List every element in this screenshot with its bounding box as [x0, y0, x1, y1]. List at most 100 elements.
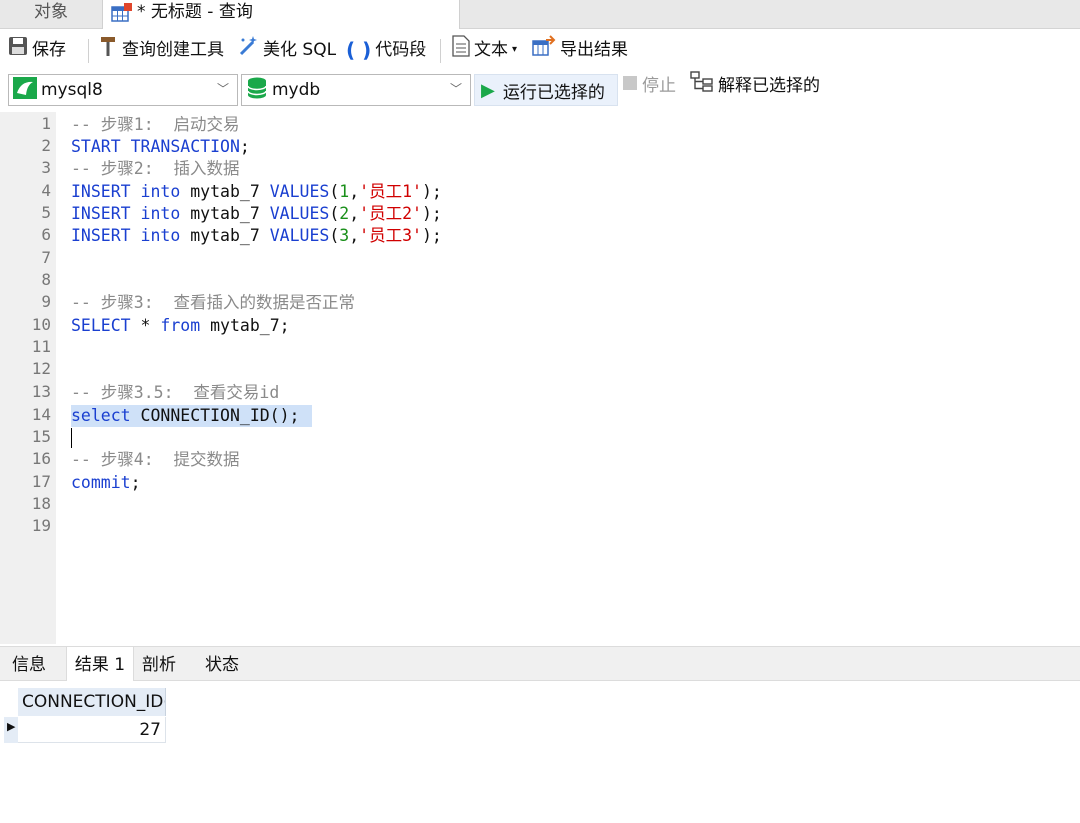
toolbar: 保存 查询创建工具 美化 SQL ( ) 代码段 文本 ▾ 导出结果	[0, 30, 1080, 70]
chevron-down-icon: ﹀	[449, 82, 462, 96]
line-number: 15	[31, 427, 51, 446]
code-line-2: START TRANSACTION;	[71, 136, 250, 158]
keyword: select	[71, 406, 131, 425]
line-number: 6	[41, 225, 51, 244]
hammer-icon	[98, 35, 118, 66]
save-label: 保存	[32, 40, 66, 60]
code-line-3: -- 步骤2: 插入数据	[71, 158, 240, 180]
identifier: mytab_7	[190, 204, 260, 223]
tab-query[interactable]: * 无标题 - 查询	[102, 0, 460, 29]
keyword: into	[140, 204, 181, 223]
keyword: VALUES	[269, 204, 330, 223]
tab-info[interactable]: 信息	[0, 647, 58, 680]
comment: -- 步骤2: 插入数据	[71, 159, 240, 178]
number-literal: 1	[339, 182, 350, 201]
comment: -- 步骤3: 查看插入的数据是否正常	[71, 293, 356, 312]
keyword: VALUES	[269, 182, 330, 201]
code-snippet-button[interactable]: ( ) 代码段	[346, 36, 426, 64]
code-snippet-label: 代码段	[375, 40, 427, 60]
identifier: mytab_7	[190, 182, 260, 201]
query-builder-button[interactable]: 查询创建工具	[98, 36, 224, 64]
text-cursor	[71, 428, 72, 448]
keyword: SELECT	[71, 316, 131, 335]
line-number: 3	[41, 158, 51, 177]
toolbar-divider	[440, 39, 441, 63]
column-header[interactable]: CONNECTION_ID()	[18, 688, 166, 716]
connection-select[interactable]: mysql8 ﹀	[8, 74, 238, 106]
database-select[interactable]: mydb ﹀	[241, 74, 471, 106]
text-mode-label: 文本	[474, 40, 508, 60]
code-line-4: INSERT into mytab_7 VALUES(1,'员工1');	[71, 182, 442, 201]
punctuation: ;	[239, 137, 250, 156]
keyword: into	[140, 182, 181, 201]
explain-tree-icon	[690, 70, 714, 102]
tab-status[interactable]: 状态	[194, 647, 250, 680]
line-number: 13	[31, 382, 51, 401]
run-selected-button[interactable]: ▶ 运行已选择的	[474, 74, 618, 106]
stop-label: 停止	[642, 76, 676, 96]
text-mode-button[interactable]: 文本 ▾	[452, 34, 518, 64]
explain-selected-button[interactable]: 解释已选择的	[690, 70, 820, 102]
sql-editor[interactable]: 1 2 3 4 5 6 7 8 9 10 11 12 13 14 15 16 17 18 19 -- 步骤1: 启动…	[0, 112, 1080, 644]
tab-result-1[interactable]: 结果 1	[66, 647, 134, 681]
line-number: 14	[31, 405, 51, 424]
database-icon	[246, 77, 268, 104]
query-tab-title: * 无标题 - 查询	[137, 2, 253, 22]
identifier: mytab_7	[190, 226, 260, 245]
line-number: 11	[31, 337, 51, 356]
query-table-icon	[111, 3, 133, 30]
keyword: into	[140, 226, 181, 245]
export-table-icon	[532, 34, 556, 66]
line-number: 10	[31, 315, 51, 334]
keyword: VALUES	[269, 226, 330, 245]
database-name: mydb	[272, 80, 321, 100]
keyword: INSERT	[71, 204, 131, 223]
stop-button[interactable]: 停止	[622, 72, 676, 100]
chevron-down-icon: ﹀	[216, 82, 229, 96]
query-builder-label: 查询创建工具	[122, 40, 224, 60]
code-line-16: -- 步骤4: 提交数据	[71, 449, 240, 471]
code-line-5: INSERT into mytab_7 VALUES(2,'员工2');	[71, 204, 442, 223]
beautify-sql-button[interactable]: 美化 SQL	[237, 35, 337, 66]
mysql-dolphin-icon	[13, 76, 37, 104]
tab-profile[interactable]: 剖析	[134, 647, 184, 680]
connection-bar: mysql8 ﹀ mydb ﹀ ▶ 运行已选择的 停止 解释已选择的	[0, 70, 1080, 108]
line-number: 8	[41, 270, 51, 289]
code-line-9: -- 步骤3: 查看插入的数据是否正常	[71, 292, 355, 314]
explain-selected-label: 解释已选择的	[718, 76, 820, 96]
current-row-arrow-icon: ▶	[7, 720, 16, 733]
string-literal: '员工2'	[359, 204, 422, 223]
code-line-13: -- 步骤3.5: 查看交易id	[71, 382, 279, 404]
line-number: 19	[31, 516, 51, 535]
play-icon: ▶	[481, 79, 495, 101]
tab-objects[interactable]: 对象	[0, 0, 102, 28]
document-tab-bar: 对象 * 无标题 - 查询	[0, 0, 1080, 29]
line-number: 4	[41, 181, 51, 200]
number-literal: 2	[339, 204, 350, 223]
line-number: 17	[31, 472, 51, 491]
comment: -- 步骤1: 启动交易	[71, 115, 240, 134]
line-number: 9	[41, 292, 51, 311]
number-literal: 3	[339, 226, 350, 245]
row-indicator[interactable]: ▶	[4, 717, 18, 743]
line-number: 7	[41, 248, 51, 267]
punctuation: ;	[130, 473, 141, 492]
export-results-button[interactable]: 导出结果	[532, 34, 628, 66]
string-literal: '员工3'	[359, 226, 422, 245]
keyword: commit	[71, 473, 131, 492]
keyword: INSERT	[71, 182, 131, 201]
line-number: 5	[41, 203, 51, 222]
toolbar-divider	[88, 39, 89, 63]
results-tab-bar: 信息 结果 1 剖析 状态	[0, 647, 1080, 681]
floppy-disk-icon	[8, 36, 28, 65]
magic-wand-icon	[237, 35, 259, 66]
line-number: 12	[31, 359, 51, 378]
connection-name: mysql8	[41, 80, 103, 100]
table-cell[interactable]: 27	[18, 717, 166, 743]
save-button[interactable]: 保存	[8, 36, 66, 64]
code-line-1: -- 步骤1: 启动交易	[71, 114, 240, 136]
comment: -- 步骤3.5: 查看交易id	[71, 383, 280, 402]
keyword: START TRANSACTION	[71, 137, 240, 156]
beautify-sql-label: 美化 SQL	[263, 40, 337, 60]
dropdown-arrow-icon: ▾	[512, 44, 518, 55]
